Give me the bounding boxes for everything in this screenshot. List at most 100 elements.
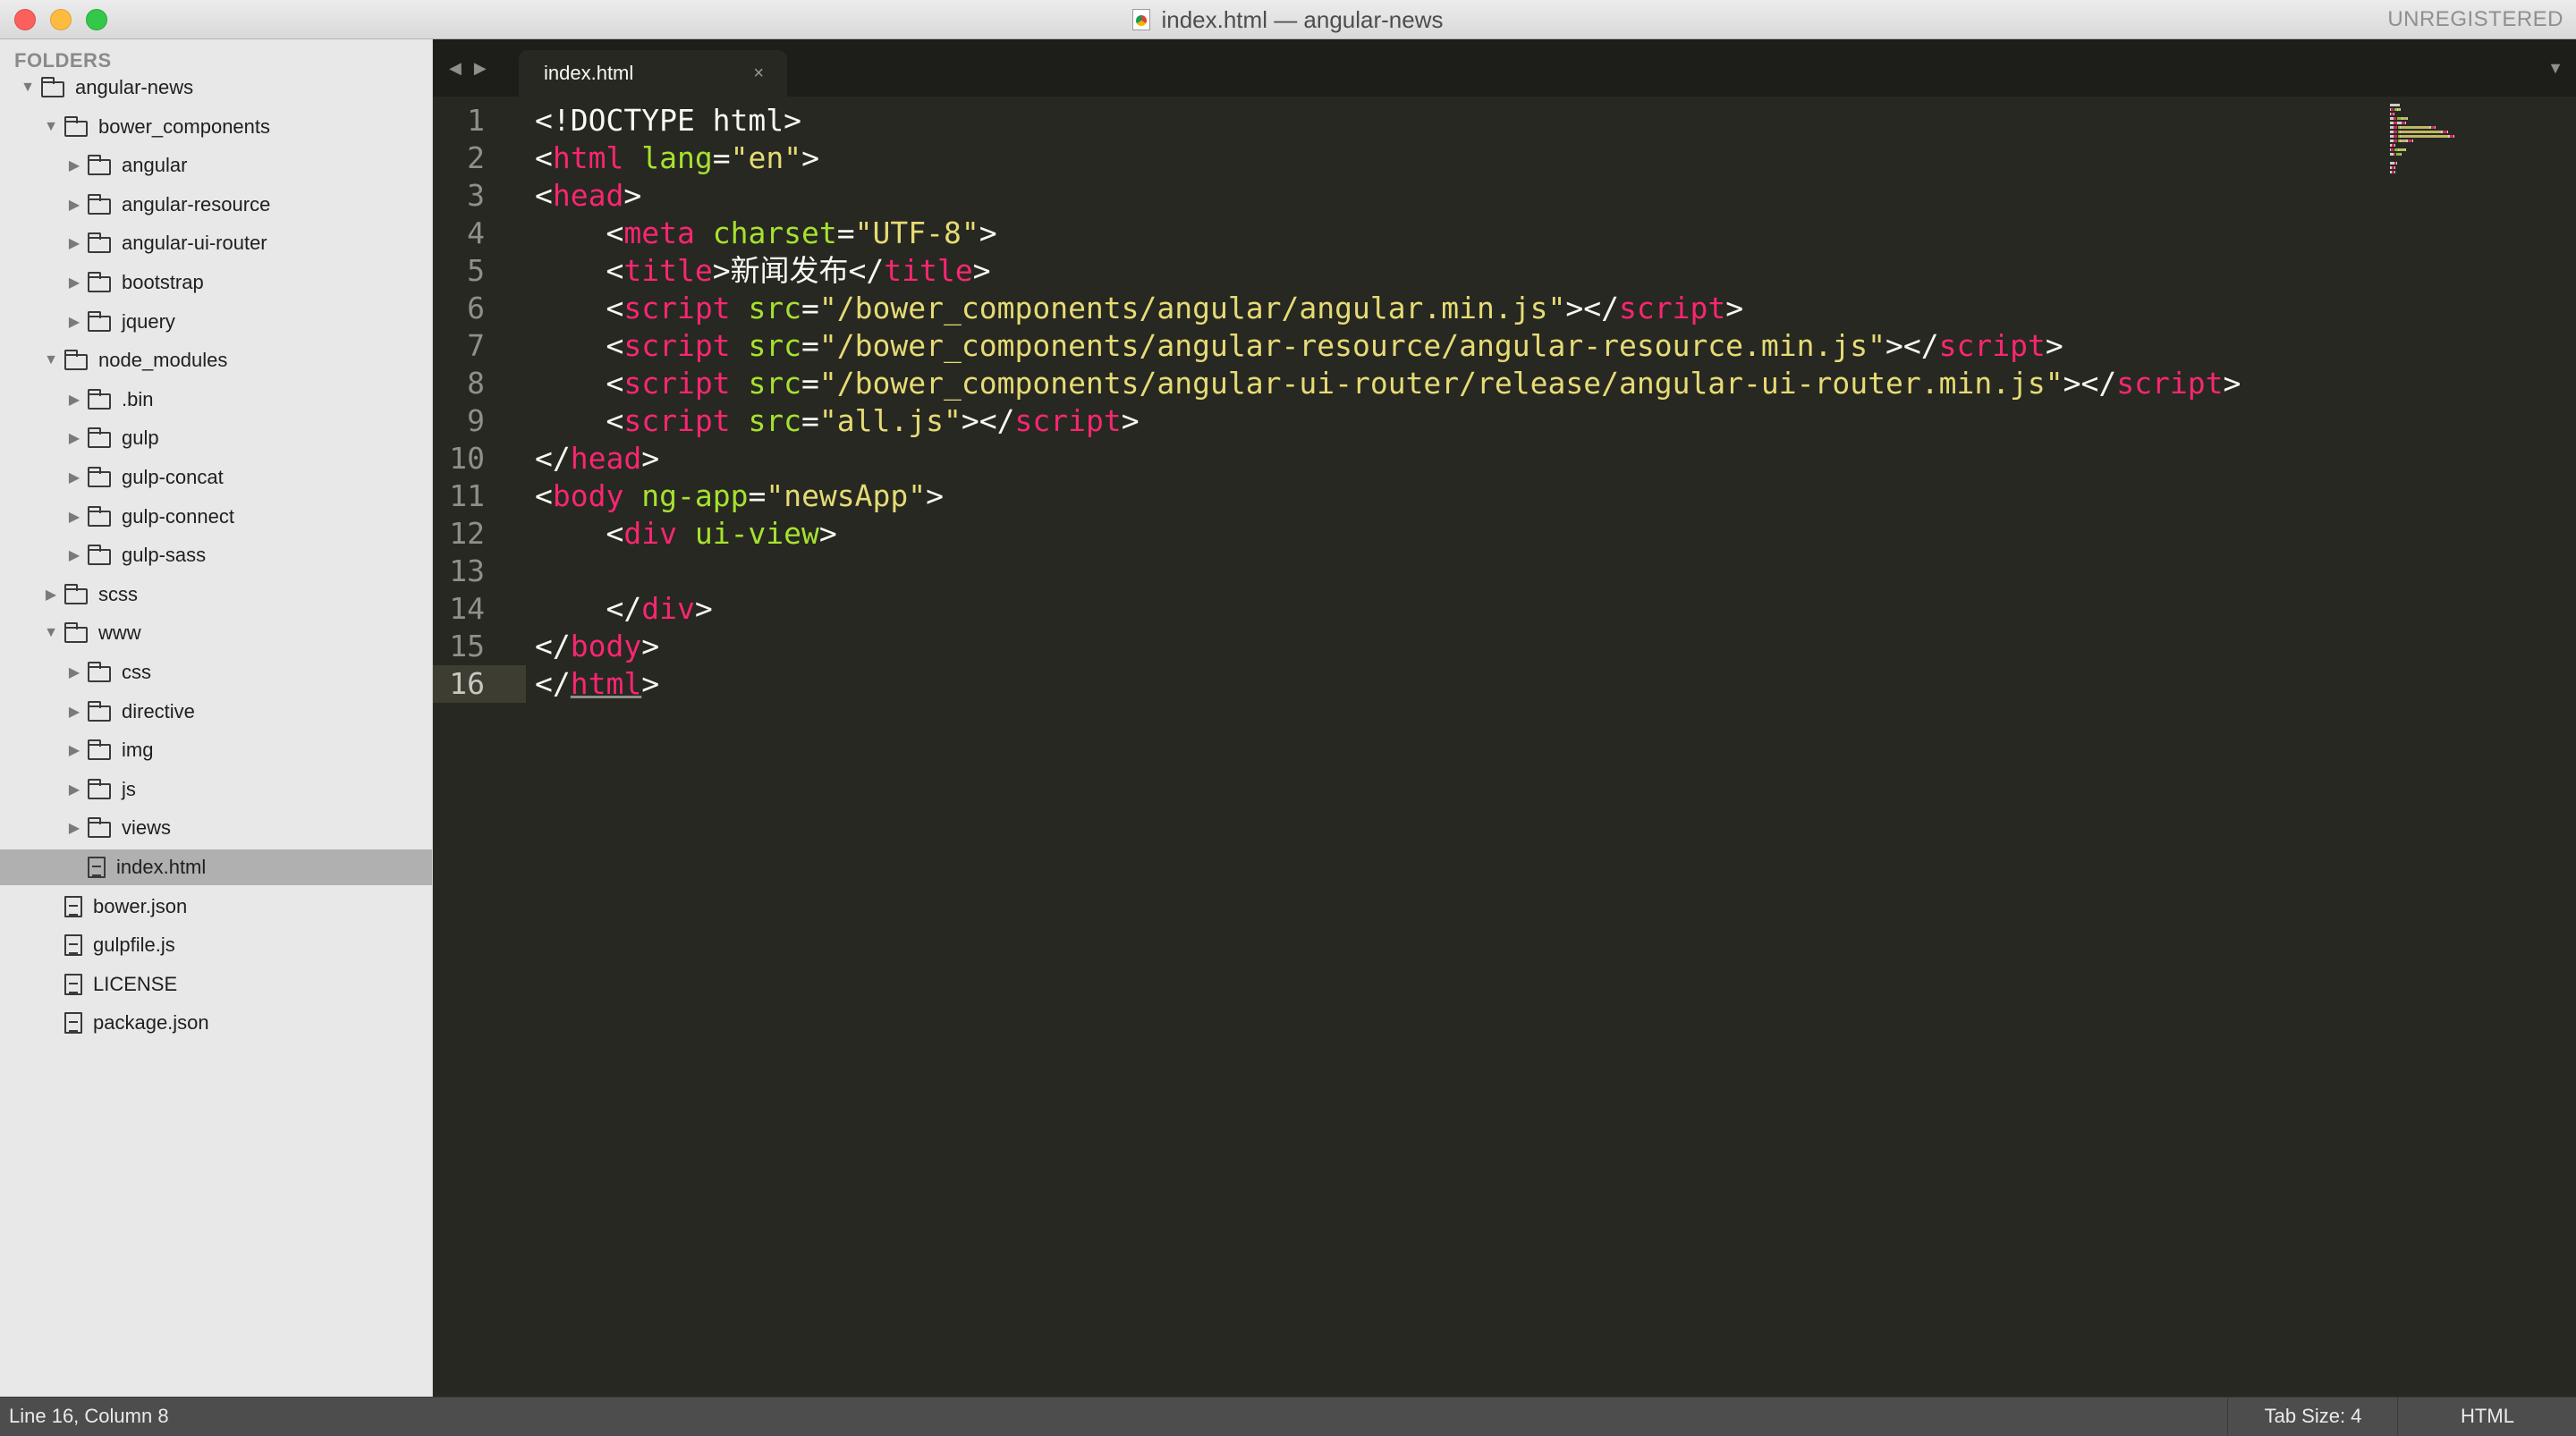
folder-icon — [88, 155, 111, 176]
tab-left-arrow-icon[interactable]: ◀ — [449, 59, 474, 77]
code-token: = — [801, 328, 819, 363]
folder-item[interactable]: ▶ angular-ui-router — [0, 225, 432, 261]
folder-item[interactable]: ▶ jquery — [0, 304, 432, 340]
tree-item-label: views — [122, 816, 172, 840]
disclosure-closed-icon[interactable]: ▶ — [63, 234, 86, 252]
file-item[interactable]: gulpfile.js — [0, 927, 432, 963]
tree-item-label: angular-ui-router — [122, 232, 267, 255]
folder-item[interactable]: ▶ .bin — [0, 382, 432, 418]
file-icon — [64, 934, 82, 957]
code-line[interactable]: <script src="/bower_components/angular-r… — [535, 327, 2379, 365]
tree-item-label: bower.json — [93, 894, 188, 917]
folder-item[interactable]: ▼ node_modules — [0, 342, 432, 378]
folder-item[interactable]: ▼ angular-news — [0, 70, 432, 106]
disclosure-closed-icon[interactable]: ▶ — [63, 391, 86, 409]
code-line[interactable]: <meta charset="UTF-8"> — [535, 215, 2379, 252]
disclosure-closed-icon[interactable]: ▶ — [63, 819, 86, 837]
tab-size-selector[interactable]: Tab Size: 4 — [2227, 1398, 2398, 1435]
folder-icon — [88, 193, 111, 215]
code-line[interactable]: </body> — [535, 628, 2379, 665]
code-token: "all.js" — [818, 403, 962, 438]
folder-item[interactable]: ▼ bower_components — [0, 109, 432, 145]
folder-item[interactable]: ▶ gulp-connect — [0, 499, 432, 535]
code-token: > — [801, 140, 819, 175]
folder-item[interactable]: ▶ views — [0, 810, 432, 846]
folder-item[interactable]: ▶ directive — [0, 694, 432, 730]
disclosure-closed-icon[interactable]: ▶ — [63, 429, 86, 447]
folder-item[interactable]: ▶ gulp-concat — [0, 460, 432, 495]
code-line[interactable]: <script src="/bower_components/angular/a… — [535, 290, 2379, 327]
code-line[interactable]: <html lang="en"> — [535, 139, 2379, 177]
tab-close-icon[interactable]: × — [753, 50, 764, 97]
disclosure-closed-icon[interactable]: ▶ — [63, 703, 86, 721]
disclosure-open-icon[interactable]: ▼ — [16, 80, 39, 96]
folder-icon — [88, 662, 111, 682]
code-token: lang — [641, 140, 713, 175]
folder-item[interactable]: ▶ js — [0, 772, 432, 807]
code-token: script — [1014, 403, 1122, 438]
tree-item-label: gulp-connect — [122, 504, 234, 528]
title-bar: index.html — angular-news UNREGISTERED — [0, 0, 2576, 39]
file-item[interactable]: package.json — [0, 1005, 432, 1041]
code-line[interactable] — [535, 553, 2379, 590]
folder-item[interactable]: ▶ css — [0, 655, 432, 690]
disclosure-closed-icon[interactable]: ▶ — [63, 741, 86, 759]
tree-item-label: www — [98, 621, 141, 645]
disclosure-closed-icon[interactable]: ▶ — [39, 586, 63, 604]
line-number: 4 — [467, 215, 485, 250]
code-token: "/bower_components/angular/angular.min.j… — [818, 291, 1566, 325]
folder-item[interactable]: ▶ img — [0, 732, 432, 768]
code-token: ng-app — [641, 478, 749, 513]
folder-item[interactable]: ▶ scss — [0, 577, 432, 612]
disclosure-closed-icon[interactable]: ▶ — [63, 781, 86, 798]
code-line[interactable]: <head> — [535, 177, 2379, 215]
tab-right-arrow-icon[interactable]: ▶ — [474, 59, 499, 77]
code-line[interactable]: <div ui-view> — [535, 515, 2379, 553]
code-token: <!DOCTYPE html> — [535, 103, 802, 138]
code-line[interactable]: <script src="all.js"></script> — [535, 402, 2379, 440]
file-item[interactable]: index.html — [0, 849, 432, 885]
code-token: = — [801, 291, 819, 325]
disclosure-closed-icon[interactable]: ▶ — [63, 274, 86, 291]
code-editor[interactable]: 1 2 3 4 5 6 7 8 9 10 11 12 13 14 15 16 <!DOCTYPE html> <… — [433, 97, 2576, 1397]
code-token: < — [535, 178, 553, 213]
folder-item[interactable]: ▼ www — [0, 615, 432, 651]
code-line[interactable]: </div> — [535, 590, 2379, 628]
disclosure-closed-icon[interactable]: ▶ — [63, 508, 86, 526]
folder-item[interactable]: ▶ angular — [0, 148, 432, 183]
disclosure-closed-icon[interactable]: ▶ — [63, 196, 86, 214]
code-line[interactable]: <body ng-app="newsApp"> — [535, 477, 2379, 515]
disclosure-open-icon[interactable]: ▼ — [39, 352, 63, 368]
folder-item[interactable]: ▶ bootstrap — [0, 265, 432, 300]
syntax-selector[interactable]: HTML — [2397, 1398, 2576, 1435]
disclosure-closed-icon[interactable]: ▶ — [63, 546, 86, 564]
folder-item[interactable]: ▶ gulp-sass — [0, 537, 432, 573]
code-token: title — [884, 253, 973, 288]
minimap[interactable] — [2390, 104, 2569, 175]
disclosure-closed-icon[interactable]: ▶ — [63, 156, 86, 174]
disclosure-closed-icon[interactable]: ▶ — [63, 663, 86, 681]
folder-item[interactable]: ▶ angular-resource — [0, 187, 432, 223]
code-token: > — [641, 441, 660, 476]
code-line[interactable]: <script src="/bower_components/angular-u… — [535, 365, 2379, 402]
disclosure-open-icon[interactable]: ▼ — [39, 625, 63, 641]
disclosure-closed-icon[interactable]: ▶ — [63, 313, 86, 331]
line-number: 7 — [467, 328, 485, 363]
tab-bar: ◀▶ index.html × ▼ — [433, 39, 2576, 97]
file-item[interactable]: LICENSE — [0, 967, 432, 1002]
tab-index-html[interactable]: index.html × — [519, 50, 787, 97]
disclosure-closed-icon[interactable]: ▶ — [63, 469, 86, 486]
tab-menu-dropdown-icon[interactable]: ▼ — [2547, 39, 2563, 97]
code-line[interactable]: <title>新闻发布</title> — [535, 252, 2379, 290]
disclosure-open-icon[interactable]: ▼ — [39, 119, 63, 135]
code-line[interactable]: </html> — [535, 665, 2379, 703]
code-token: div — [623, 516, 677, 551]
folder-item[interactable]: ▶ gulp — [0, 420, 432, 456]
document-icon — [1132, 9, 1151, 30]
code-area[interactable]: <!DOCTYPE html> <html lang="en"> <head> <m… — [535, 102, 2379, 703]
folder-icon — [88, 778, 111, 799]
code-line[interactable]: <!DOCTYPE html> — [535, 102, 2379, 139]
file-item[interactable]: bower.json — [0, 889, 432, 925]
code-line[interactable]: </head> — [535, 440, 2379, 477]
code-token: ></ — [961, 403, 1015, 438]
